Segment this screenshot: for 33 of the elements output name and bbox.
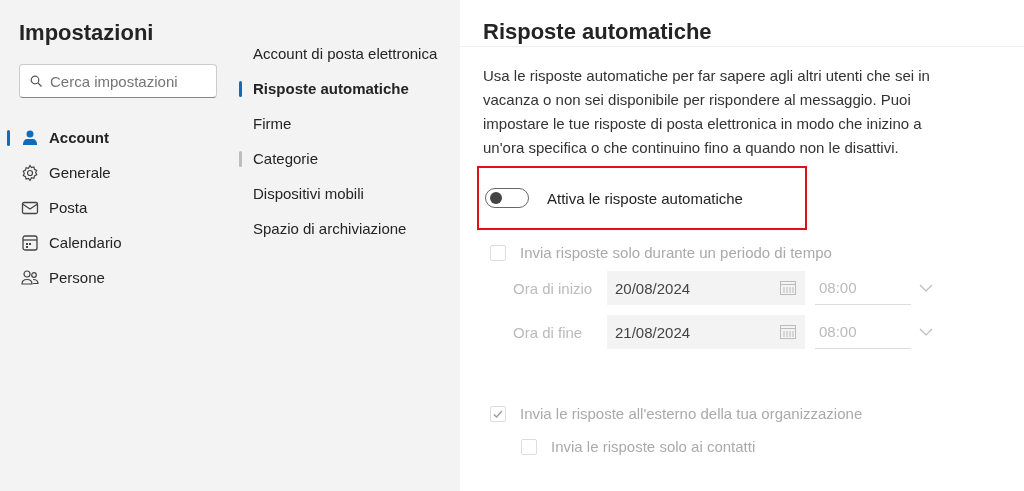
chevron-down-icon[interactable]	[919, 284, 933, 292]
people-icon	[21, 268, 39, 287]
panel-title: Risposte automatiche	[483, 19, 712, 45]
subnav-item[interactable]: Spazio di archiviazione	[230, 211, 460, 246]
date-field[interactable]: 21/08/2024	[607, 315, 805, 349]
settings-title: Impostazioni	[19, 20, 154, 46]
subnav-item[interactable]: Dispositivi mobili	[230, 176, 460, 211]
calendar-icon	[21, 233, 39, 252]
sidebar-item[interactable]: Generale	[0, 155, 230, 190]
sidebar-item[interactable]: Calendario	[0, 225, 230, 260]
time-label: Ora di fine	[513, 323, 584, 341]
checkbox-label: Invia le risposte all'esterno della tua organizzazione	[520, 405, 863, 422]
sidebar-item[interactable]: Persone	[0, 260, 230, 295]
subnav-item[interactable]: Firme	[230, 106, 460, 141]
calendar-icon	[779, 323, 797, 341]
gear-icon	[21, 163, 39, 182]
toggle-label: Attiva le risposte automatiche	[547, 189, 743, 207]
subnav-item[interactable]: Account di posta elettronica	[230, 36, 460, 71]
checkbox-label: Invia le risposte solo ai contatti	[551, 438, 756, 455]
search-icon	[30, 75, 42, 87]
chevron-down-icon[interactable]	[919, 328, 933, 336]
sidebar-item[interactable]: Account	[0, 120, 230, 155]
search-field[interactable]: Cerca impostazioni	[19, 64, 217, 98]
toggle-switch[interactable]	[485, 188, 529, 208]
subnav-item[interactable]: Categorie	[230, 141, 460, 176]
date-field[interactable]: 20/08/2024	[607, 271, 805, 305]
person-icon	[21, 128, 39, 147]
description: Usa le risposte automatiche per far sapere agli altri utenti che sei in vacanza o non sei disponibile per rispondere al messaggio. Puoi impostare le tue risposte di posta elettronica in modo che inizino a un'ora specifica o che continuino fino a quando non le disattivi.	[483, 66, 931, 158]
calendar-icon	[779, 279, 797, 297]
subnav-item[interactable]: Risposte automatiche	[230, 71, 460, 106]
checkbox-label: Invia risposte solo durante un periodo di tempo	[520, 244, 832, 261]
sidebar-item[interactable]: Posta	[0, 190, 230, 225]
time-label: Ora di inizio	[513, 279, 594, 297]
